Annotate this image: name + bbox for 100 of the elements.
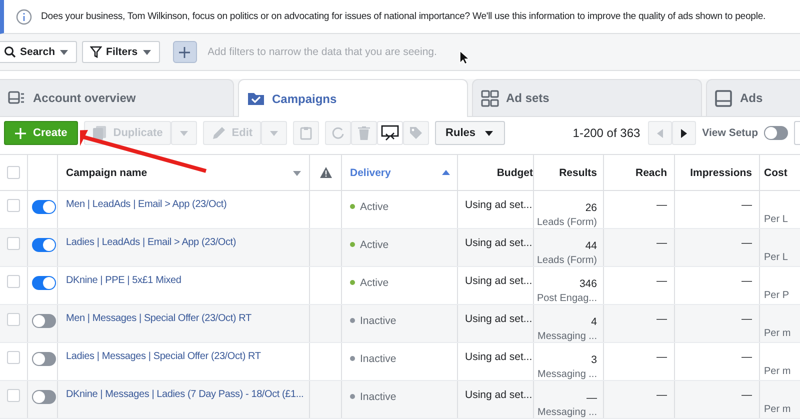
clipboard-button[interactable] [292, 121, 319, 145]
impressions-value: — [742, 199, 752, 211]
delivery-status: Active [360, 201, 389, 213]
pencil-icon [210, 125, 227, 141]
filter-field[interactable]: Add filters to narrow the data that you are seeing. [202, 46, 800, 58]
notice-text: Does your business, Tom Wilkinson, focus on politics or on advocating for issues of national importance? We'll use this information to improve the quality of ads shown to people. [41, 11, 766, 22]
impressions-value: — [742, 313, 752, 325]
grid-icon [481, 90, 499, 106]
campaign-toggle[interactable] [32, 276, 56, 290]
column-header[interactable]: Campaign name [66, 166, 148, 178]
cost-type-text: Per L [764, 214, 788, 225]
tab[interactable]: Account overview [0, 79, 234, 116]
results-value: 4 [591, 316, 597, 328]
panel-icon [8, 90, 26, 106]
tab[interactable]: Ads [706, 79, 800, 116]
plus-icon [15, 128, 26, 138]
caret-icon [178, 129, 189, 137]
caret-icon [268, 129, 279, 137]
delivery-status: Inactive [360, 353, 396, 365]
filters-button[interactable]: Filters [82, 41, 160, 63]
impressions-value: — [742, 389, 752, 401]
column-header[interactable]: Reach [635, 166, 667, 178]
row-checkbox[interactable] [7, 237, 20, 250]
view-setup-switch[interactable] [764, 126, 788, 140]
column-header[interactable]: Cost [764, 166, 788, 178]
next-page-button[interactable] [672, 121, 696, 145]
budget-text: Using ad set... [465, 199, 532, 211]
campaign-name-link[interactable]: Ladies | Messages | Special Offer (23/Oct) RT [66, 351, 261, 362]
delivery-status: Active [360, 277, 389, 289]
row-checkbox[interactable] [7, 199, 20, 212]
campaign-name-link[interactable]: Men | LeadAds | Email > App (23/Oct) [66, 199, 227, 210]
search-button[interactable]: Search [0, 41, 78, 63]
select-all-checkbox[interactable] [7, 166, 20, 179]
row-checkbox[interactable] [7, 313, 20, 326]
campaign-name-link[interactable]: DKnine | PPE | 5x£1 Mixed [66, 275, 182, 286]
triangle-right-icon [681, 128, 688, 138]
column-header[interactable]: Delivery [350, 166, 391, 178]
delivery-status: Inactive [360, 391, 396, 403]
column-header[interactable]: Impressions [690, 166, 752, 178]
result-type-text: Messaging ... [538, 331, 597, 342]
reach-value: — [656, 389, 667, 401]
copy-icon [92, 125, 108, 141]
search-icon [4, 46, 16, 58]
results-value: 44 [585, 240, 597, 252]
tab[interactable]: Ad sets [472, 79, 702, 116]
info-icon [16, 8, 32, 24]
impressions-value: — [742, 237, 752, 249]
tab[interactable]: Campaigns [238, 79, 468, 117]
results-value: 3 [591, 354, 597, 366]
cost-type-text: Per m [764, 404, 791, 415]
tag-icon [408, 126, 423, 140]
column-header[interactable]: Budget [496, 166, 533, 178]
campaign-toggle[interactable] [32, 352, 56, 366]
reach-value: — [656, 275, 667, 287]
triangle-left-icon [657, 128, 664, 138]
result-type-text: Leads (Form) [536, 217, 597, 228]
budget-text: Using ad set... [465, 389, 532, 401]
caret-icon [292, 168, 302, 176]
swap-screen-icon [380, 125, 399, 141]
row-checkbox[interactable] [7, 275, 20, 288]
row-checkbox[interactable] [7, 351, 20, 364]
campaign-name-link[interactable]: Men | Messages | Special Offer (23/Oct) RT [66, 313, 252, 324]
campaign-toggle[interactable] [32, 314, 56, 328]
add-filter-button[interactable] [172, 41, 197, 63]
dropdown-button[interactable] [260, 121, 287, 145]
window-icon [715, 90, 733, 106]
trash-icon [358, 126, 370, 140]
sort-up-icon [442, 170, 450, 175]
cost-type-text: Per P [764, 290, 790, 301]
cost-type-text: Per m [764, 366, 791, 377]
rules-button[interactable]: Rules [434, 121, 505, 145]
impressions-value: — [742, 275, 752, 287]
clipboard-icon [300, 126, 312, 140]
campaign-toggle[interactable] [32, 390, 56, 404]
caret-icon [142, 48, 152, 56]
dropdown-button[interactable] [170, 121, 197, 145]
results-value: — [586, 392, 597, 404]
caret-icon [59, 48, 70, 56]
budget-text: Using ad set... [465, 313, 532, 325]
preview-button[interactable] [376, 121, 403, 145]
campaign-name-link[interactable]: Ladies | LeadAds | Email > App (23/Oct) [66, 237, 236, 248]
result-type-text: Leads (Form) [536, 255, 597, 266]
delivery-status: Active [360, 239, 389, 251]
campaign-name-link[interactable]: DKnine | Messages | Ladies (7 Day Pass) - 18/Oct (£1... [66, 389, 304, 400]
row-checkbox[interactable] [7, 389, 20, 402]
result-type-text: Messaging ... [538, 369, 597, 380]
delivery-status: Inactive [360, 315, 396, 327]
plus-icon [179, 46, 190, 58]
budget-text: Using ad set... [465, 351, 532, 363]
refresh-button[interactable] [324, 121, 351, 145]
cost-type-text: Per L [764, 252, 788, 263]
reach-value: — [656, 351, 667, 363]
folder-check-icon [247, 90, 265, 107]
campaign-toggle[interactable] [32, 200, 56, 214]
column-header[interactable]: Results [559, 166, 597, 178]
reach-value: — [656, 313, 667, 325]
results-value: 346 [579, 278, 597, 290]
impressions-value: — [742, 351, 752, 363]
campaign-toggle[interactable] [32, 238, 56, 252]
result-type-text: Messaging ... [538, 407, 597, 418]
